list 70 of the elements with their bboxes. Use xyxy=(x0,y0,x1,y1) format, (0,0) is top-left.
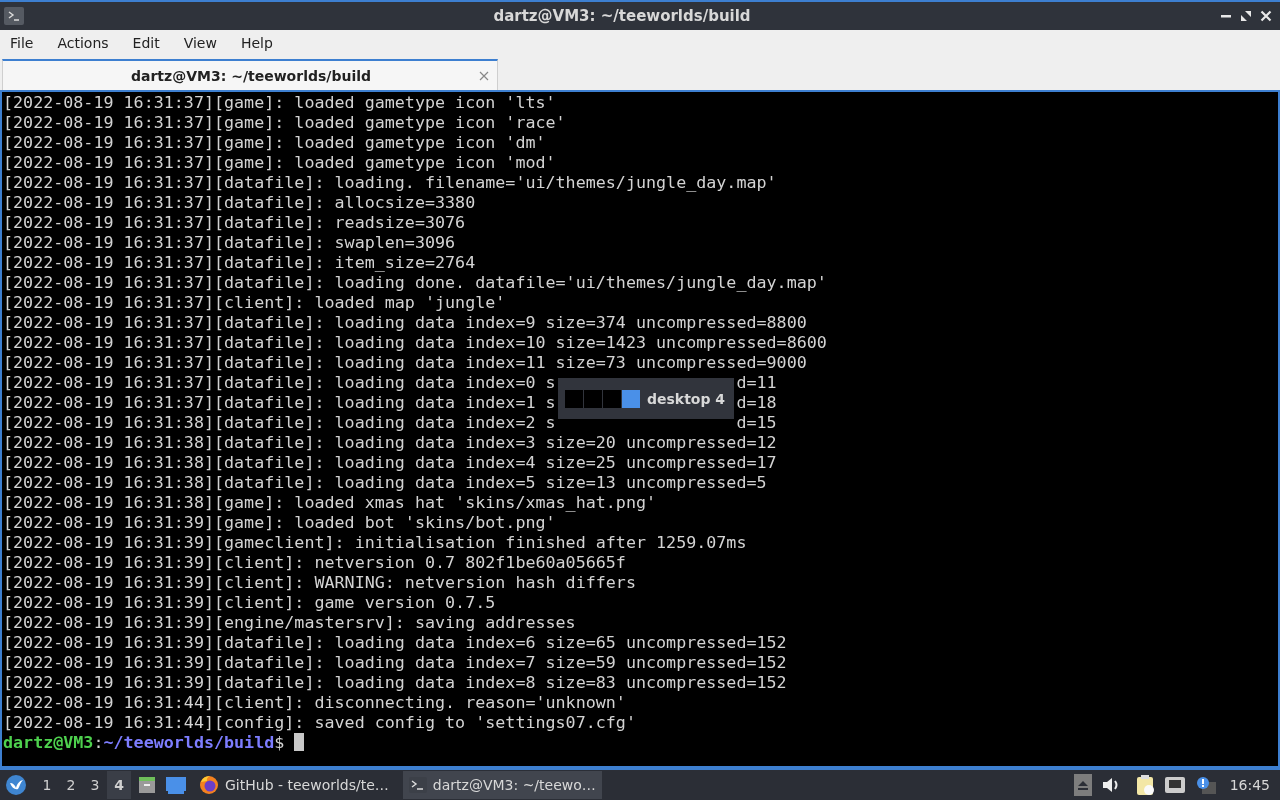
log-line: [2022-08-19 16:31:38][datafile]: loading data index=2 s xyxy=(3,412,556,432)
log-line: [2022-08-19 16:31:37][client]: loaded map 'jungle' xyxy=(3,292,506,312)
log-line: [2022-08-19 16:31:39][datafile]: loading data index=7 size=59 uncompressed=152 xyxy=(3,652,787,672)
log-line: [2022-08-19 16:31:38][datafile]: loading data index=3 size=20 uncompressed=12 xyxy=(3,432,777,452)
log-line: [2022-08-19 16:31:37][datafile]: loading data index=1 s xyxy=(3,392,556,412)
log-line: [2022-08-19 16:31:37][game]: loaded gametype icon 'race' xyxy=(3,112,566,132)
browser-icon xyxy=(199,775,219,795)
prompt-user-host: dartz@VM3 xyxy=(3,732,94,752)
menu-item[interactable]: File xyxy=(3,31,41,55)
workspace-button[interactable]: 2 xyxy=(59,771,83,799)
desktop-icon[interactable] xyxy=(165,776,187,794)
log-line: [2022-08-19 16:31:37][datafile]: loading. filename='ui/themes/jungle_day.map' xyxy=(3,172,777,192)
log-line: [2022-08-19 16:31:37][datafile]: allocsize=3380 xyxy=(3,192,476,212)
menu-item[interactable]: View xyxy=(176,31,224,55)
log-line: [2022-08-19 16:31:37][game]: loaded gametype icon 'dm' xyxy=(3,132,546,152)
log-line: [2022-08-19 16:31:39][client]: netversion 0.7 802f1be60a05665f xyxy=(3,552,626,572)
log-line: [2022-08-19 16:31:44][config]: saved config to 'settings07.cfg' xyxy=(3,712,636,732)
terminal-area[interactable] xyxy=(0,90,1280,768)
log-line: [2022-08-19 16:31:37][datafile]: loading data index=11 size=73 uncompressed=9000 xyxy=(3,352,807,372)
log-line: [2022-08-19 16:31:38][datafile]: loading data index=4 size=25 uncompressed=17 xyxy=(3,452,777,472)
log-line-fragment: d=11 xyxy=(736,372,777,392)
log-line: [2022-08-19 16:31:37][game]: loaded gametype icon 'lts' xyxy=(3,92,556,112)
log-line: [2022-08-19 16:31:37][datafile]: loading data index=10 size=1423 uncompressed=8600 xyxy=(3,332,827,352)
log-line: [2022-08-19 16:31:39][client]: WARNING: netversion hash differs xyxy=(3,572,636,592)
log-line: [2022-08-19 16:31:39][gameclient]: initialisation finished after 1259.07ms xyxy=(3,532,747,552)
log-line: [2022-08-19 16:31:38][datafile]: loading data index=5 size=13 uncompressed=5 xyxy=(3,472,767,492)
log-line: [2022-08-19 16:31:37][datafile]: loading data index=0 s xyxy=(3,372,556,392)
log-line: [2022-08-19 16:31:37][game]: loaded gametype icon 'mod' xyxy=(3,152,556,172)
window-title: dartz@VM3: ~/teeworlds/build xyxy=(492,7,752,25)
log-line: [2022-08-19 16:31:39][client]: game version 0.7.5 xyxy=(3,592,496,612)
prompt-path: ~/teeworlds/build xyxy=(103,732,275,752)
log-line: [2022-08-19 16:31:39][game]: loaded bot 'skins/bot.png' xyxy=(3,512,556,532)
log-line: [2022-08-19 16:31:39][engine/mastersrv]: saving addresses xyxy=(3,612,576,632)
log-line: [2022-08-19 16:31:37][datafile]: loading done. datafile='ui/themes/jungle_day.map' xyxy=(3,272,827,292)
close-icon[interactable] xyxy=(1260,10,1272,22)
taskbar-window-button[interactable]: GitHub - teeworlds/te… xyxy=(193,771,395,799)
workspace-button[interactable]: 3 xyxy=(83,771,107,799)
log-line: [2022-08-19 16:31:39][datafile]: loading data index=8 size=83 uncompressed=152 xyxy=(3,672,787,692)
log-line-fragment: d=18 xyxy=(736,392,777,412)
speaker-icon[interactable] xyxy=(1101,777,1120,793)
clipboard-icon[interactable] xyxy=(1135,774,1154,796)
terminal-tab[interactable]: dartz@VM3: ~/teeworlds/build xyxy=(2,59,498,90)
taskbar-window-button[interactable]: dartz@VM3: ~/teewo… xyxy=(402,771,602,799)
close-tab-icon[interactable] xyxy=(479,70,489,81)
menu-item[interactable]: Actions xyxy=(50,31,116,55)
log-line: [2022-08-19 16:31:37][datafile]: loading data index=9 size=374 uncompressed=8800 xyxy=(3,312,807,332)
menu-item[interactable]: Edit xyxy=(125,31,167,55)
workspace-button[interactable]: 4 xyxy=(107,771,131,799)
terminal-icon xyxy=(4,7,24,25)
file-cabinet-icon[interactable] xyxy=(137,775,157,795)
terminal-icon xyxy=(408,777,427,793)
prompt-separator: : xyxy=(93,732,104,752)
workspace-button[interactable]: 1 xyxy=(35,771,59,799)
log-line: [2022-08-19 16:31:39][datafile]: loading data index=6 size=65 uncompressed=152 xyxy=(3,632,787,652)
log-line-fragment: d=15 xyxy=(736,412,777,432)
log-line: [2022-08-19 16:31:38][game]: loaded xmas hat 'skins/xmas_hat.png' xyxy=(3,492,657,512)
maximize-icon[interactable] xyxy=(1240,10,1252,22)
network-icon[interactable] xyxy=(1163,776,1186,794)
clock[interactable]: 16:45 xyxy=(1229,777,1270,793)
log-line: [2022-08-19 16:31:37][datafile]: swaplen=3096 xyxy=(3,232,456,252)
log-line: [2022-08-19 16:31:37][datafile]: item_size=2764 xyxy=(3,252,476,272)
menu-item[interactable]: Help xyxy=(233,31,280,55)
update-notification-icon[interactable] xyxy=(1195,776,1216,794)
log-line: [2022-08-19 16:31:37][datafile]: readsize=3076 xyxy=(3,212,466,232)
prompt-symbol: $ xyxy=(274,732,285,752)
desktop-label: desktop 4 xyxy=(647,390,726,407)
text-cursor xyxy=(294,733,305,751)
log-line: [2022-08-19 16:31:44][client]: disconnecting. reason='unknown' xyxy=(3,692,626,712)
start-menu-icon[interactable] xyxy=(5,774,27,796)
eject-icon[interactable] xyxy=(1073,774,1092,796)
